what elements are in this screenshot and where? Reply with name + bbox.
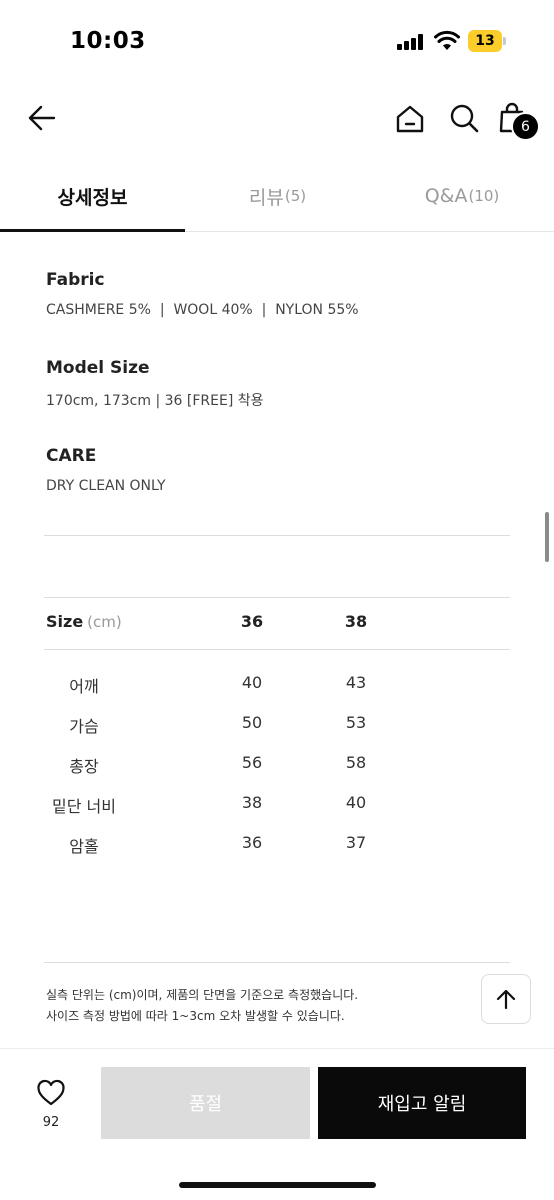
table-top-divider bbox=[44, 597, 510, 598]
table-row: 밑단 너비 38 40 bbox=[46, 793, 510, 819]
tab-qna[interactable]: Q&A (10) bbox=[370, 160, 554, 232]
size-unit: (cm) bbox=[87, 613, 122, 631]
tab-reviews[interactable]: 리뷰 (5) bbox=[185, 160, 370, 232]
row-label: 가슴 bbox=[69, 717, 99, 736]
model-size-title: Model Size bbox=[46, 358, 150, 378]
table-cell: 58 bbox=[345, 753, 367, 772]
care-title: CARE bbox=[46, 446, 97, 466]
table-cell: 40 bbox=[241, 673, 263, 692]
battery-icon: 13 bbox=[468, 30, 506, 52]
care-section: CARE DRY CLEAN ONLY bbox=[46, 446, 166, 494]
table-cell: 36 bbox=[241, 833, 263, 852]
table-header-divider bbox=[44, 649, 510, 650]
wishlist-button[interactable]: 92 bbox=[30, 1079, 72, 1139]
size-label: Size bbox=[46, 612, 84, 631]
scroll-to-top-button[interactable] bbox=[481, 974, 531, 1024]
sold-out-button[interactable]: 품절 bbox=[101, 1067, 310, 1139]
row-label: 어깨 bbox=[69, 677, 99, 696]
size-table-header: Size (cm) 36 38 bbox=[46, 612, 510, 631]
scrollbar[interactable] bbox=[545, 512, 549, 562]
back-arrow-icon[interactable] bbox=[26, 102, 58, 134]
table-cell: 37 bbox=[345, 833, 367, 852]
row-label: 총장 bbox=[69, 757, 99, 776]
fabric-value: CASHMERE 5% | WOOL 40% | NYLON 55% bbox=[46, 302, 359, 318]
table-cell: 40 bbox=[345, 793, 367, 812]
table-row: 암홀 36 37 bbox=[46, 833, 510, 859]
table-cell: 53 bbox=[345, 713, 367, 732]
tab-label: 상세정보 bbox=[57, 186, 128, 209]
fabric-section: Fabric CASHMERE 5% | WOOL 40% | NYLON 55… bbox=[46, 270, 359, 318]
home-icon[interactable] bbox=[394, 103, 426, 135]
tab-label: Q&A bbox=[424, 185, 468, 207]
app-header bbox=[0, 90, 554, 150]
bottom-action-bar: 92 품절 재입고 알림 bbox=[0, 1048, 554, 1200]
table-row: 총장 56 58 bbox=[46, 753, 510, 779]
restock-alert-button[interactable]: 재입고 알림 bbox=[318, 1067, 526, 1139]
section-divider bbox=[44, 535, 510, 536]
battery-level: 13 bbox=[475, 33, 495, 49]
table-row: 가슴 50 53 bbox=[46, 713, 510, 739]
status-time: 10:03 bbox=[70, 28, 146, 54]
tab-count: (10) bbox=[468, 187, 500, 205]
home-indicator bbox=[179, 1182, 376, 1188]
table-bottom-divider bbox=[44, 962, 510, 963]
cart-count-badge: 6 bbox=[511, 112, 540, 141]
heart-icon bbox=[37, 1079, 65, 1106]
table-cell: 56 bbox=[241, 753, 263, 772]
model-size-value: 170cm, 173cm | 36 [FREE] 착용 bbox=[46, 393, 264, 409]
care-value: DRY CLEAN ONLY bbox=[46, 478, 166, 494]
arrow-up-icon bbox=[496, 989, 516, 1010]
wish-count: 92 bbox=[42, 1115, 60, 1130]
measurement-notes: 실측 단위는 (cm)이며, 제품의 단면을 기준으로 측정했습니다. 사이즈 … bbox=[46, 985, 358, 1027]
active-tab-indicator bbox=[0, 229, 185, 232]
row-label: 밑단 너비 bbox=[52, 797, 116, 816]
tab-details[interactable]: 상세정보 bbox=[0, 160, 185, 232]
table-row: 어깨 40 43 bbox=[46, 673, 510, 699]
model-size-section: Model Size 170cm, 173cm | 36 [FREE] 착용 bbox=[46, 358, 264, 410]
cellular-signal-icon bbox=[397, 34, 425, 50]
wifi-icon bbox=[434, 30, 460, 50]
table-cell: 38 bbox=[241, 793, 263, 812]
tab-count: (5) bbox=[284, 187, 307, 205]
fabric-title: Fabric bbox=[46, 270, 105, 290]
detail-tabs: 상세정보 리뷰 (5) Q&A (10) bbox=[0, 160, 554, 232]
search-icon[interactable] bbox=[448, 102, 480, 134]
note-line: 실측 단위는 (cm)이며, 제품의 단면을 기준으로 측정했습니다. bbox=[46, 988, 359, 1002]
size-column-header: 36 bbox=[240, 612, 264, 631]
table-cell: 50 bbox=[241, 713, 263, 732]
note-line: 사이즈 측정 방법에 따라 1~3cm 오차 발생할 수 있습니다. bbox=[46, 1009, 345, 1023]
size-column-header: 38 bbox=[344, 612, 368, 631]
status-bar: 10:03 13 bbox=[0, 0, 554, 80]
table-cell: 43 bbox=[345, 673, 367, 692]
tab-label: 리뷰 bbox=[248, 186, 284, 209]
row-label: 암홀 bbox=[69, 837, 99, 856]
